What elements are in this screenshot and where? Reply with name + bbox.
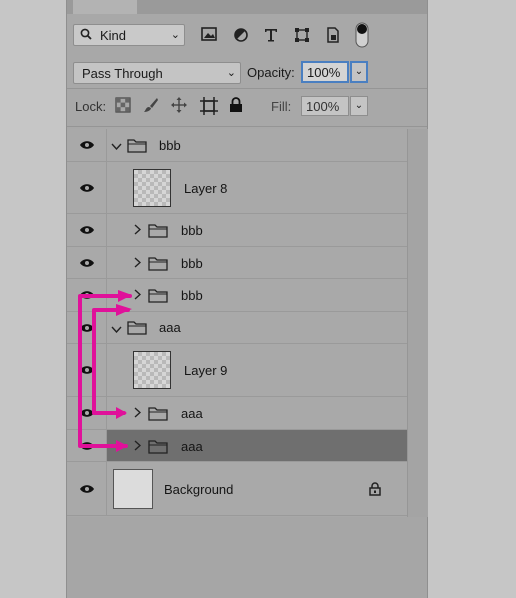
chevron-right-icon[interactable] (134, 257, 144, 268)
fill-dropdown-button[interactable]: ⌄ (350, 96, 368, 116)
layer-name: bbb (181, 256, 203, 271)
opacity-label: Opacity: (247, 65, 295, 80)
eye-icon (80, 183, 94, 192)
layer-name: aaa (181, 439, 203, 454)
folder-icon (148, 256, 168, 271)
eye-icon (80, 484, 94, 493)
folder-icon (127, 138, 147, 153)
chevron-down-icon: ⌄ (170, 29, 180, 41)
layer-group-row[interactable]: bbb (67, 247, 407, 279)
layers-scrollbar[interactable] (407, 129, 428, 517)
image-filter-icon[interactable] (201, 27, 219, 45)
eye-icon (80, 141, 94, 149)
folder-icon (148, 223, 168, 238)
visibility-toggle[interactable] (67, 430, 107, 461)
folder-icon (148, 406, 168, 421)
layer-name: bbb (181, 223, 203, 238)
folder-icon (148, 288, 168, 303)
layer-row[interactable]: Layer 9 (67, 344, 407, 397)
lock-image-pixels-icon[interactable] (143, 97, 161, 115)
chevron-down-icon[interactable] (111, 322, 122, 334)
layer-thumbnail (113, 469, 153, 509)
lock-transparent-pixels-icon[interactable] (115, 97, 133, 115)
visibility-toggle[interactable] (67, 312, 107, 343)
lock-all-icon[interactable] (229, 97, 247, 115)
visibility-toggle[interactable] (67, 397, 107, 429)
layer-group-row[interactable]: bbb (67, 214, 407, 247)
eye-icon (80, 441, 94, 450)
eye-icon (80, 409, 94, 417)
panel-tab[interactable] (73, 0, 137, 14)
kind-filter-select[interactable]: Kind ⌄ (73, 24, 185, 46)
visibility-toggle[interactable] (67, 247, 107, 278)
layer-thumbnail (133, 169, 171, 207)
background-right (426, 0, 516, 598)
visibility-toggle[interactable] (67, 344, 107, 396)
visibility-toggle[interactable] (67, 214, 107, 246)
adjustment-filter-icon[interactable] (233, 27, 251, 45)
fill-input[interactable]: 100% (301, 96, 349, 116)
layer-lock-icon (369, 482, 383, 496)
visibility-toggle[interactable] (67, 162, 107, 213)
opacity-dropdown-button[interactable]: ⌄ (350, 61, 368, 83)
lock-label: Lock: (75, 99, 107, 114)
filter-row: Kind ⌄ (67, 22, 427, 50)
chevron-right-icon[interactable] (134, 289, 144, 300)
blend-row: Pass Through ⌄ Opacity: 100% ⌄ (67, 60, 427, 86)
layer-name: bbb (159, 138, 181, 153)
folder-icon (127, 320, 147, 335)
layer-group-row[interactable]: aaa (67, 312, 407, 344)
layer-name: Layer 9 (184, 363, 228, 378)
chevron-right-icon[interactable] (134, 440, 144, 451)
layer-name: Layer 8 (184, 181, 228, 196)
layer-name: aaa (159, 320, 181, 335)
background-left (0, 0, 66, 598)
type-filter-icon[interactable] (263, 27, 281, 45)
chevron-right-icon[interactable] (134, 224, 144, 235)
eye-icon (80, 366, 94, 374)
blend-mode-value: Pass Through (82, 66, 163, 81)
divider (67, 88, 427, 89)
layer-group-row[interactable]: bbb (67, 129, 407, 162)
layer-name: bbb (181, 288, 203, 303)
divider (67, 126, 427, 127)
layer-name: aaa (181, 406, 203, 421)
smart-object-filter-icon[interactable] (325, 27, 343, 45)
fill-label-text: Fill: (271, 99, 292, 114)
eye-icon (80, 291, 94, 299)
layer-group-row[interactable]: bbb (67, 279, 407, 312)
shape-filter-icon[interactable] (294, 27, 312, 45)
eye-icon (80, 323, 94, 332)
panel-bottom-area (67, 517, 427, 598)
chevron-down-icon: ⌄ (226, 67, 236, 79)
opacity-input[interactable]: 100% (301, 61, 349, 83)
chevron-down-icon[interactable] (111, 139, 122, 151)
layer-group-row[interactable]: aaa (67, 397, 407, 430)
panel-tab-bar (67, 0, 427, 14)
filter-toggle-icon[interactable] (355, 22, 373, 48)
visibility-toggle[interactable] (67, 129, 107, 161)
lock-artboard-icon[interactable] (200, 97, 218, 115)
layer-thumbnail (133, 351, 171, 389)
layer-group-row-selected[interactable]: aaa (67, 430, 407, 462)
visibility-toggle[interactable] (67, 279, 107, 311)
lock-position-icon[interactable] (171, 97, 189, 115)
eye-icon (80, 226, 94, 234)
blend-mode-select[interactable]: Pass Through ⌄ (73, 62, 241, 84)
layers-panel: Kind ⌄ Pass Through ⌄ Opacity: 100% ⌄ Lo… (66, 0, 428, 598)
lock-row: Lock: Fill: Fill: 100% ⌄ (67, 94, 427, 120)
kind-label: Kind (100, 28, 127, 43)
layer-row[interactable]: Layer 8 (67, 162, 407, 214)
background-layer-row[interactable]: Background (67, 462, 407, 516)
folder-icon (148, 439, 168, 454)
visibility-toggle[interactable] (67, 462, 107, 515)
layer-name: Background (164, 482, 234, 497)
eye-icon (80, 258, 94, 267)
search-icon (80, 28, 92, 43)
chevron-right-icon[interactable] (134, 407, 144, 418)
